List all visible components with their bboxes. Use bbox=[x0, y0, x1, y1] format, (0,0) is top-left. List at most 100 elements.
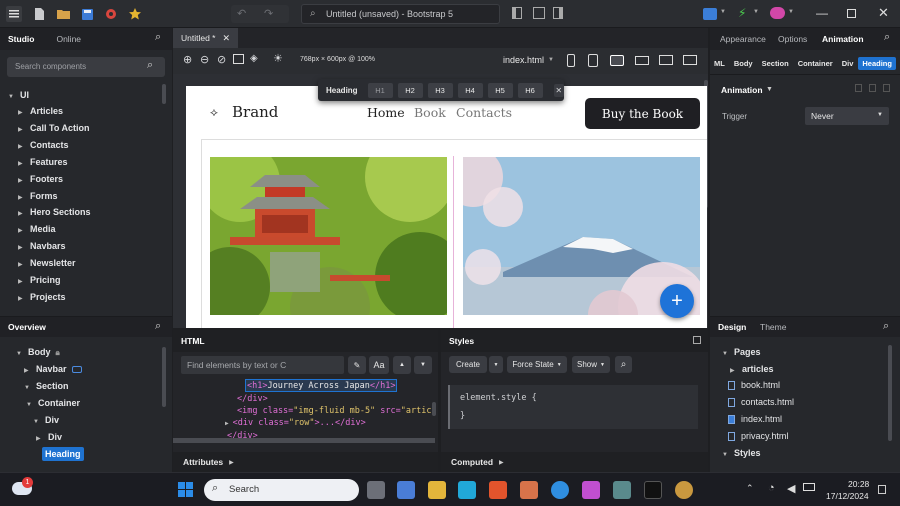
menu-icon[interactable] bbox=[6, 6, 22, 22]
clock-date[interactable]: 17/12/2024 bbox=[826, 491, 869, 501]
title-search[interactable]: ⌕ Untitled (unsaved) - Bootstrap 5 bbox=[301, 4, 500, 24]
pick-element-icon[interactable]: ✎ bbox=[348, 356, 366, 374]
overview-node[interactable]: ▼ Container bbox=[26, 398, 80, 408]
brand-name[interactable]: Brand bbox=[232, 103, 278, 121]
component-category[interactable]: ▶ Contacts bbox=[18, 140, 69, 150]
publish-icon[interactable] bbox=[770, 7, 785, 19]
nav-book[interactable]: Book bbox=[414, 105, 446, 120]
zoom-in-icon[interactable]: ⊕ bbox=[183, 53, 192, 66]
overview-node[interactable]: ▶ Div bbox=[36, 432, 62, 442]
volume-icon[interactable]: ◀ bbox=[787, 482, 795, 495]
task-view-icon[interactable] bbox=[367, 481, 385, 499]
phone-icon[interactable] bbox=[567, 54, 575, 67]
bootstrap-studio-icon[interactable] bbox=[613, 481, 631, 499]
search-icon[interactable]: ⌕ bbox=[883, 320, 889, 333]
folder-articles[interactable]: ▶ articles bbox=[730, 364, 774, 374]
close-tab-icon[interactable]: ✕ bbox=[223, 33, 231, 44]
search-icon[interactable]: ⌕ bbox=[884, 31, 890, 44]
popout-icon[interactable] bbox=[693, 336, 701, 344]
paste-icon[interactable] bbox=[869, 84, 876, 92]
page-file[interactable]: index.html bbox=[728, 414, 782, 425]
force-state-button[interactable]: Force State ▼ bbox=[507, 356, 567, 373]
maximize-icon[interactable] bbox=[847, 9, 856, 18]
trigger-select[interactable]: Never ▼ bbox=[805, 107, 889, 125]
overview-node[interactable]: ▶ Navbar bbox=[24, 364, 82, 374]
no-style-icon[interactable]: ⊘ bbox=[217, 53, 226, 66]
heading-level-h2[interactable]: H2 bbox=[397, 82, 423, 98]
file-selector[interactable]: index.html bbox=[503, 55, 544, 65]
file-explorer-icon[interactable] bbox=[428, 481, 446, 499]
clock-time[interactable]: 20:28 bbox=[848, 479, 869, 489]
component-category[interactable]: ▶ Call To Action bbox=[18, 123, 90, 133]
desktop-icon[interactable] bbox=[659, 55, 673, 65]
previous-match-icon[interactable]: ▲ bbox=[393, 356, 411, 374]
dom-node[interactable]: ▶ <div class="row">...</div> bbox=[225, 418, 366, 428]
delete-icon[interactable] bbox=[883, 84, 890, 92]
open-folder-icon[interactable] bbox=[55, 6, 71, 22]
layers-icon[interactable]: ◈ bbox=[250, 53, 258, 64]
app-icon[interactable] bbox=[675, 481, 693, 499]
brave-browser-icon[interactable] bbox=[489, 481, 507, 499]
search-icon[interactable]: ⌕ bbox=[155, 320, 161, 333]
tablet-landscape-icon[interactable] bbox=[610, 55, 624, 66]
component-category[interactable]: ▶ Projects bbox=[18, 292, 66, 302]
breadcrumb-item[interactable]: Body bbox=[730, 57, 757, 70]
copy-icon[interactable] bbox=[855, 84, 862, 92]
component-search-input[interactable]: Search components ⌕ bbox=[7, 57, 165, 77]
show-button[interactable]: Show ▼ bbox=[572, 356, 610, 373]
chevron-down-icon[interactable]: ▼ bbox=[766, 86, 773, 93]
computed-header[interactable]: Computed ▶ bbox=[441, 452, 708, 472]
split-view-icon[interactable] bbox=[533, 7, 545, 19]
nav-contacts[interactable]: Contacts bbox=[456, 105, 512, 120]
component-category[interactable]: ▶ Pricing bbox=[18, 275, 61, 285]
overview-node[interactable]: ▼ Div bbox=[33, 415, 59, 425]
animation-section-label[interactable]: Animation bbox=[721, 85, 763, 95]
heading-level-h1[interactable]: H1 bbox=[367, 82, 393, 98]
styles-node[interactable]: ▼ Styles bbox=[722, 448, 761, 458]
scrollbar[interactable] bbox=[888, 345, 892, 441]
tree-root-ui[interactable]: ▼ UI bbox=[8, 90, 29, 100]
breadcrumb-item[interactable]: Container bbox=[794, 57, 837, 70]
heading-level-h6[interactable]: H6 bbox=[517, 82, 543, 98]
tab-animation[interactable]: Animation bbox=[814, 34, 872, 44]
app-icon[interactable] bbox=[551, 481, 569, 499]
overview-node[interactable]: ▼ Section bbox=[24, 381, 69, 391]
tab-online[interactable]: Online bbox=[48, 34, 89, 44]
expand-icon[interactable]: ▶ bbox=[225, 420, 229, 427]
dom-node[interactable]: <img class="img-fluid mb-5" src="article… bbox=[237, 406, 435, 416]
component-category[interactable]: ▶ Newsletter bbox=[18, 258, 76, 268]
page-file[interactable]: contacts.html bbox=[728, 397, 794, 408]
find-elements-input[interactable]: Find elements by text or C bbox=[181, 356, 344, 374]
tab-design[interactable]: Design bbox=[710, 322, 754, 332]
component-category[interactable]: ▶ Media bbox=[18, 224, 56, 234]
overview-node[interactable]: Heading bbox=[42, 447, 84, 461]
editor-tab[interactable]: Untitled * ✕ bbox=[173, 28, 239, 48]
taskbar-search[interactable]: ⌕ Search bbox=[204, 479, 359, 501]
notification-icon[interactable] bbox=[878, 485, 886, 494]
component-category[interactable]: ▶ Forms bbox=[18, 191, 58, 201]
close-icon[interactable]: ✕ bbox=[553, 83, 564, 97]
search-icon[interactable]: ⌕ bbox=[155, 31, 161, 44]
next-match-icon[interactable]: ▼ bbox=[414, 356, 432, 374]
dom-node-selected[interactable]: <h1>Journey Across Japan</h1> bbox=[245, 379, 398, 392]
preview-dropdown-icon[interactable]: ▼ bbox=[720, 9, 726, 15]
settings-icon[interactable] bbox=[103, 6, 119, 22]
heading-level-h5[interactable]: H5 bbox=[487, 82, 513, 98]
wifi-icon[interactable]: ◔ bbox=[768, 482, 775, 494]
brightness-icon[interactable]: ☀ bbox=[273, 52, 283, 65]
undo-icon[interactable]: ↶ bbox=[237, 7, 246, 20]
run-dropdown-icon[interactable]: ▼ bbox=[753, 9, 759, 15]
start-icon[interactable] bbox=[178, 482, 194, 498]
wide-desktop-icon[interactable] bbox=[683, 55, 697, 65]
close-icon[interactable]: ✕ bbox=[878, 5, 889, 21]
breadcrumb-item[interactable]: Div bbox=[838, 57, 858, 70]
tab-appearance[interactable]: Appearance bbox=[712, 34, 774, 44]
battery-icon[interactable] bbox=[803, 483, 815, 491]
component-category[interactable]: ▶ Articles bbox=[18, 106, 63, 116]
heading-level-h3[interactable]: H3 bbox=[427, 82, 453, 98]
chevron-down-icon[interactable]: ▼ bbox=[548, 57, 554, 63]
save-icon[interactable] bbox=[79, 6, 95, 22]
breadcrumb-item[interactable]: Section bbox=[758, 57, 793, 70]
page-canvas[interactable]: ⟡ Brand Home Book Contacts Buy the Book bbox=[186, 86, 707, 328]
app-icon[interactable] bbox=[520, 481, 538, 499]
